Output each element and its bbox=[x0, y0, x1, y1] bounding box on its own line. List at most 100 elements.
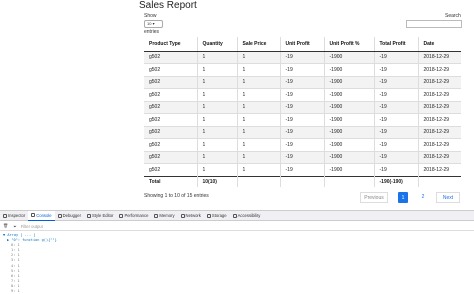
cell-quantity: 1 bbox=[197, 75, 238, 89]
devtools-tab-label: Style Editor bbox=[92, 213, 114, 218]
cell-total-profit: -19 bbox=[374, 75, 419, 89]
table-row: g502 1 1 -19 -1900 -19 2018-12-29 bbox=[144, 63, 461, 76]
cell-unit-profit: -19 bbox=[280, 163, 325, 176]
cell-unit-profit-pct: -1900 bbox=[324, 125, 375, 139]
cell-unit-profit-pct: -1900 bbox=[324, 163, 375, 176]
total-profit: -190(-190) bbox=[374, 175, 419, 187]
console-filter-bar: 🗑 ⏷ Filter output bbox=[0, 222, 474, 231]
cell-date: 2018-12-29 bbox=[418, 150, 461, 164]
cell-quantity: 1 bbox=[197, 125, 238, 139]
devtools-tab-storage[interactable]: Storage bbox=[204, 211, 230, 221]
devtools-tab-network[interactable]: Network bbox=[178, 211, 204, 221]
devtools-tab-accessibility[interactable]: Accessibility bbox=[230, 211, 264, 221]
cell-sale-price: 1 bbox=[237, 75, 281, 89]
cell-unit-profit-pct: -1900 bbox=[324, 63, 375, 76]
page-title: Sales Report bbox=[139, 0, 197, 11]
devtools-tab-label: Console bbox=[36, 212, 52, 218]
trash-icon[interactable]: 🗑 bbox=[3, 223, 8, 229]
show-label: Show bbox=[144, 13, 157, 19]
total-cell bbox=[418, 175, 461, 187]
memory-icon bbox=[154, 213, 159, 218]
table-row: g502 1 1 -19 -1900 -19 2018-12-29 bbox=[144, 100, 461, 114]
cell-sale-price: 1 bbox=[237, 100, 281, 114]
cell-total-profit: -19 bbox=[374, 88, 419, 101]
header-total-profit[interactable]: Total Profit bbox=[374, 37, 419, 52]
console-output: ▼ Array [ ... ] ▶ "0": function g(){""} 0:… bbox=[3, 233, 150, 294]
next-button[interactable]: Next bbox=[436, 192, 460, 203]
total-label: Total bbox=[144, 175, 198, 187]
entries-label: entries bbox=[144, 29, 160, 35]
cell-total-profit: -19 bbox=[374, 63, 419, 76]
cell-unit-profit: -19 bbox=[280, 138, 325, 151]
cell-total-profit: -19 bbox=[374, 50, 419, 64]
header-sale-price[interactable]: Sale Price bbox=[237, 37, 281, 52]
table-row: g502 1 1 -19 -1900 -19 2018-12-29 bbox=[144, 113, 461, 126]
accessibility-icon bbox=[232, 213, 237, 218]
cell-total-profit: -19 bbox=[374, 113, 419, 126]
cell-date: 2018-12-29 bbox=[418, 100, 461, 114]
cell-sale-price: 1 bbox=[237, 163, 281, 176]
cell-product-type: g502 bbox=[144, 125, 198, 139]
cell-date: 2018-12-29 bbox=[418, 138, 461, 151]
devtools-tab-memory[interactable]: Memory bbox=[151, 211, 177, 221]
search-label: Search bbox=[445, 13, 461, 19]
devtools-tab-label: Memory bbox=[159, 213, 175, 218]
cell-product-type: g502 bbox=[144, 100, 198, 114]
search-input[interactable] bbox=[406, 20, 462, 28]
table-row: g502 1 1 -19 -1900 -19 2018-12-29 bbox=[144, 50, 461, 64]
filter-icon[interactable]: ⏷ bbox=[13, 224, 16, 229]
cell-unit-profit: -19 bbox=[280, 100, 325, 114]
header-quantity[interactable]: Quantity bbox=[197, 37, 238, 52]
page-1-button[interactable]: 1 bbox=[398, 192, 408, 203]
cell-quantity: 1 bbox=[197, 113, 238, 126]
cell-unit-profit: -19 bbox=[280, 75, 325, 89]
header-unit-profit-pct[interactable]: Unit Profit % bbox=[324, 37, 375, 52]
cell-sale-price: 1 bbox=[237, 88, 281, 101]
cell-date: 2018-12-29 bbox=[418, 163, 461, 176]
cell-unit-profit: -19 bbox=[280, 125, 325, 139]
sales-table: Product Type Quantity Sale Price Unit Pr… bbox=[144, 37, 461, 187]
performance-icon bbox=[119, 213, 124, 218]
filter-output-input[interactable]: Filter output bbox=[21, 224, 43, 229]
devtools-tab-debugger[interactable]: Debugger bbox=[55, 211, 84, 221]
cell-date: 2018-12-29 bbox=[418, 63, 461, 76]
table-row: g502 1 1 -19 -1900 -19 2018-12-29 bbox=[144, 75, 461, 89]
devtools-tab-style-editor[interactable]: Style Editor bbox=[84, 211, 116, 221]
network-icon bbox=[180, 213, 185, 218]
table-row: g502 1 1 -19 -1900 -19 2018-12-29 bbox=[144, 138, 461, 151]
cell-product-type: g502 bbox=[144, 63, 198, 76]
page-2-button[interactable]: 2 bbox=[418, 192, 428, 203]
cell-unit-profit-pct: -1900 bbox=[324, 75, 375, 89]
cell-total-profit: -19 bbox=[374, 150, 419, 164]
cell-date: 2018-12-29 bbox=[418, 113, 461, 126]
chevron-down-icon: ▾ bbox=[152, 21, 155, 26]
previous-button[interactable]: Previous bbox=[360, 192, 388, 203]
devtools-tab-label: Inspector bbox=[8, 213, 26, 218]
header-date[interactable]: Date bbox=[418, 37, 461, 52]
devtools-tab-console[interactable]: Console bbox=[28, 210, 55, 221]
cell-unit-profit-pct: -1900 bbox=[324, 100, 375, 114]
cell-total-profit: -19 bbox=[374, 138, 419, 151]
devtools-panel: Inspector Console Debugger Style Editor Perf… bbox=[0, 210, 474, 294]
devtools-tab-inspector[interactable]: Inspector bbox=[0, 211, 28, 221]
console-icon bbox=[31, 213, 36, 217]
cell-quantity: 1 bbox=[197, 150, 238, 164]
cell-quantity: 1 bbox=[197, 138, 238, 151]
cell-unit-profit: -19 bbox=[280, 63, 325, 76]
devtools-tab-performance[interactable]: Performance bbox=[116, 211, 151, 221]
storage-icon bbox=[206, 213, 211, 218]
debugger-icon bbox=[57, 213, 62, 218]
cell-sale-price: 1 bbox=[237, 50, 281, 64]
page-length-select[interactable]: 10 ▾ bbox=[144, 20, 163, 28]
total-cell bbox=[324, 175, 375, 187]
cell-total-profit: -19 bbox=[374, 125, 419, 139]
cell-date: 2018-12-29 bbox=[418, 88, 461, 101]
cell-unit-profit-pct: -1900 bbox=[324, 138, 375, 151]
cell-unit-profit-pct: -1900 bbox=[324, 150, 375, 164]
table-row: g502 1 1 -19 -1900 -19 2018-12-29 bbox=[144, 125, 461, 139]
cell-product-type: g502 bbox=[144, 138, 198, 151]
header-unit-profit[interactable]: Unit Profit bbox=[280, 37, 325, 52]
header-product-type[interactable]: Product Type bbox=[144, 37, 198, 52]
cell-sale-price: 1 bbox=[237, 113, 281, 126]
inspector-icon bbox=[3, 213, 7, 218]
